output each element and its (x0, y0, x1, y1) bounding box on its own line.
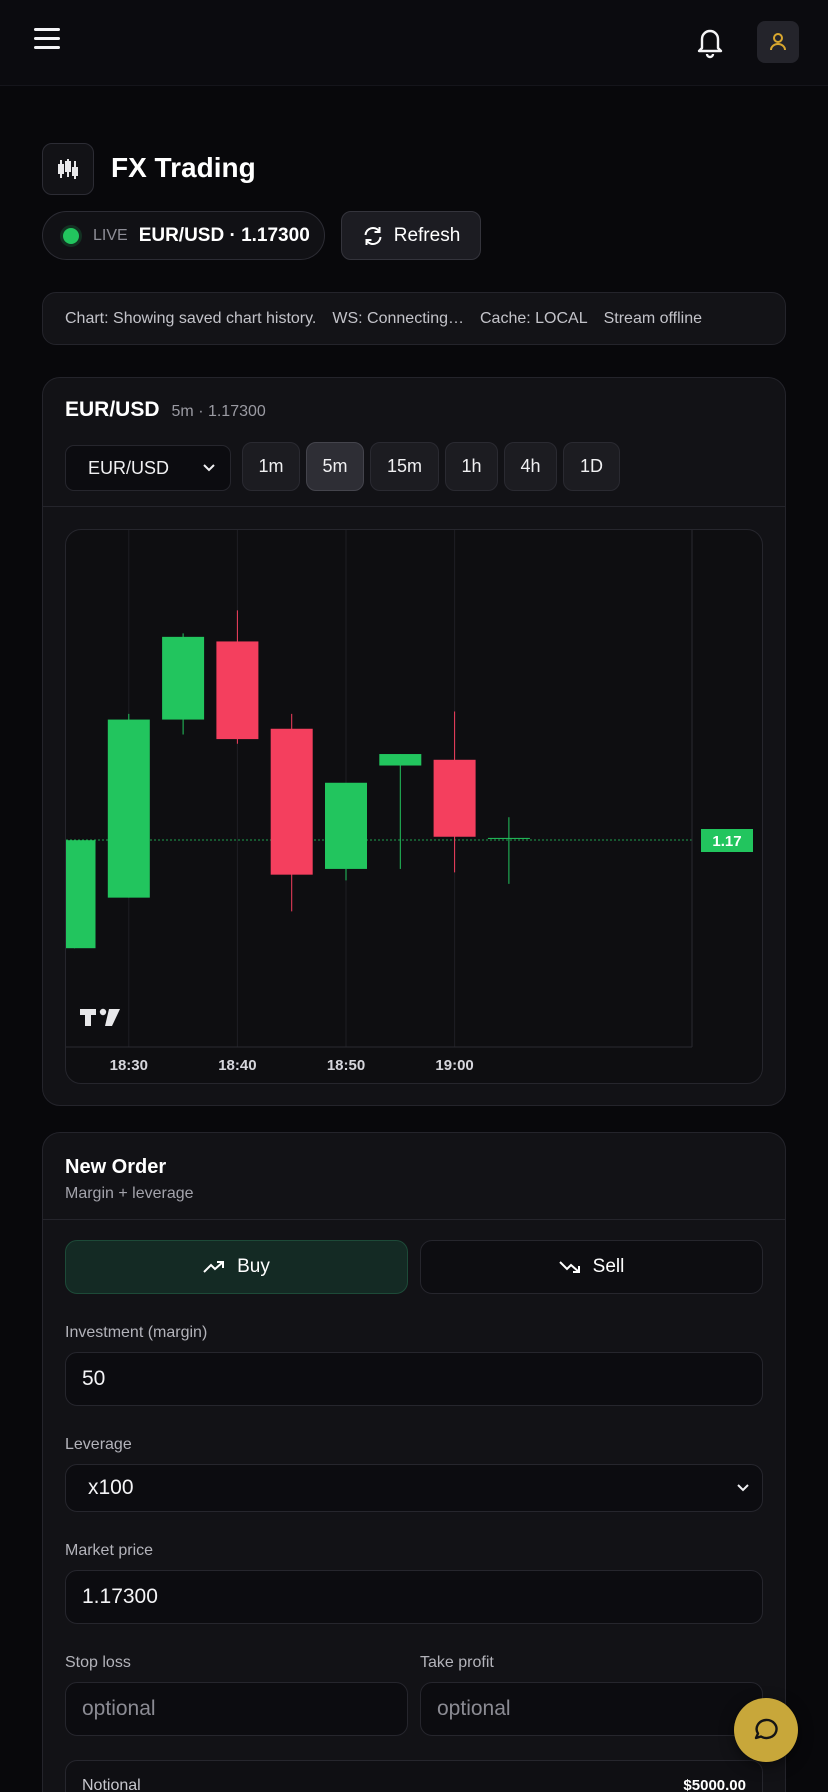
time-axis-label: 18:50 (327, 1057, 365, 1074)
candlestick-icon (42, 143, 94, 195)
stream-status: Stream offline (603, 309, 703, 327)
leverage-value: x100 (88, 1476, 134, 1499)
refresh-button[interactable]: Refresh (341, 211, 481, 260)
chart-card: EUR/USD 5m · 1.17300 EUR/USD 1m 5m 15m 1… (42, 377, 786, 1106)
stop-loss-label: Stop loss (65, 1654, 131, 1671)
time-axis-label: 18:30 (110, 1057, 148, 1074)
refresh-icon (364, 226, 382, 245)
candle-down (270, 728, 313, 875)
investment-label: Investment (margin) (65, 1324, 208, 1341)
pair-select[interactable]: EUR/USD (65, 445, 231, 491)
candle-up (66, 840, 96, 949)
candle-down (216, 641, 259, 740)
divider (43, 1219, 785, 1220)
candle-up (487, 837, 530, 839)
timeframe-1m[interactable]: 1m (242, 442, 300, 491)
candle-down (433, 759, 476, 837)
sell-label: Sell (592, 1256, 625, 1277)
time-axis-label: 18:40 (218, 1057, 256, 1074)
candle-up (162, 636, 205, 720)
ws-status: WS: Connecting… (332, 309, 464, 327)
chevron-down-icon (203, 464, 215, 472)
take-profit-label: Take profit (420, 1654, 494, 1671)
candle-up (379, 754, 422, 766)
candlestick-chart[interactable]: 1.17 18:30 18:40 18:50 19:00 (65, 529, 763, 1084)
bell-icon[interactable] (694, 24, 726, 60)
live-label: LIVE (93, 226, 128, 244)
notional-summary: Notional $5000.00 (65, 1760, 763, 1792)
tradingview-logo (80, 1008, 120, 1026)
chat-button[interactable] (734, 1698, 798, 1762)
status-bar: Chart: Showing saved chart history. WS: … (42, 292, 786, 345)
chart-pair-title: EUR/USD (65, 398, 160, 421)
market-price-input: 1.17300 (65, 1570, 763, 1624)
leverage-select[interactable]: x100 (65, 1464, 763, 1512)
chart-subtitle: 5m · 1.17300 (171, 403, 266, 420)
leverage-label: Leverage (65, 1436, 132, 1453)
time-axis-label: 19:00 (435, 1057, 473, 1074)
investment-input[interactable]: 50 (65, 1352, 763, 1406)
timeframe-5m[interactable]: 5m (306, 442, 364, 491)
trend-up-icon (203, 1261, 225, 1273)
pair-select-value: EUR/USD (88, 457, 170, 478)
divider (43, 506, 785, 507)
buy-label: Buy (237, 1256, 270, 1277)
candle-up (107, 719, 150, 898)
buy-button[interactable]: Buy (65, 1240, 408, 1294)
live-pair-price: EUR/USD · 1.17300 (138, 224, 310, 246)
timeframe-4h[interactable]: 4h (504, 442, 557, 491)
live-indicator-dot (63, 227, 79, 244)
cache-status: Cache: LOCAL (479, 309, 588, 327)
order-subtitle: Margin + leverage (65, 1185, 194, 1202)
user-icon (770, 33, 786, 51)
user-button[interactable] (757, 21, 799, 63)
live-status-pill: LIVE EUR/USD · 1.17300 (42, 211, 325, 260)
order-card: New Order Margin + leverage Buy Sell Inv… (42, 1132, 786, 1792)
candle-up (325, 782, 367, 869)
page-title: FX Trading (111, 152, 256, 183)
notional-label: Notional (82, 1777, 141, 1792)
refresh-label: Refresh (393, 224, 461, 246)
timeframe-1d[interactable]: 1D (563, 442, 620, 491)
market-price-label: Market price (65, 1542, 154, 1559)
top-bar (0, 0, 828, 86)
chat-icon (754, 1718, 778, 1740)
price-label: 1.17 (712, 833, 741, 850)
take-profit-input[interactable]: optional (420, 1682, 763, 1736)
timeframe-15m[interactable]: 15m (370, 442, 439, 491)
timeframe-1h[interactable]: 1h (445, 442, 498, 491)
sell-button[interactable]: Sell (420, 1240, 763, 1294)
chart-status: Chart: Showing saved chart history. (65, 309, 317, 327)
order-title: New Order (65, 1156, 167, 1178)
chevron-down-icon (737, 1484, 749, 1492)
trend-down-icon (558, 1261, 580, 1273)
menu-icon[interactable] (34, 28, 60, 52)
stop-loss-input[interactable]: optional (65, 1682, 408, 1736)
notional-value: $5000.00 (683, 1777, 746, 1792)
